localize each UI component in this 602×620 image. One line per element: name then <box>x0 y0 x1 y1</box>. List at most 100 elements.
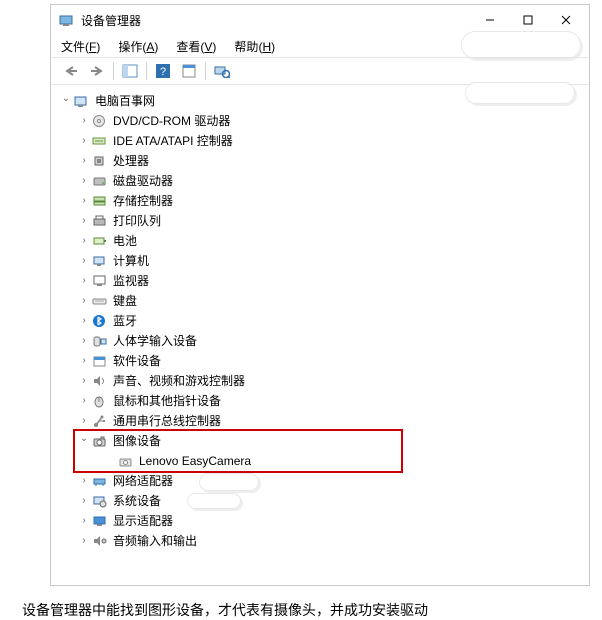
tree-category[interactable]: ⌄图像设备 <box>59 431 589 451</box>
expand-icon[interactable]: › <box>77 331 91 351</box>
tree-category[interactable]: › 声音、视频和游戏控制器 <box>59 371 589 391</box>
system-icon <box>91 493 109 509</box>
camera-icon <box>91 433 109 449</box>
expand-icon[interactable]: › <box>77 471 91 491</box>
collapse-icon[interactable]: ⌄ <box>59 89 73 109</box>
watermark-blob <box>199 473 259 491</box>
separator <box>113 62 114 80</box>
mouse-icon <box>91 393 109 409</box>
separator <box>205 62 206 80</box>
menu-help[interactable]: 帮助(H) <box>234 38 275 55</box>
tree-category[interactable]: › DVD/CD-ROM 驱动器 <box>59 111 589 131</box>
help-button[interactable]: ? <box>151 60 175 82</box>
tree-device[interactable]: Lenovo EasyCamera <box>59 451 589 471</box>
watermark-blob <box>187 493 241 509</box>
tree-item-label: 打印队列 <box>113 211 161 231</box>
expand-icon[interactable]: › <box>77 311 91 331</box>
tree-item-label: IDE ATA/ATAPI 控制器 <box>113 131 233 151</box>
tree-category[interactable]: ›蓝牙 <box>59 311 589 331</box>
expand-icon[interactable]: › <box>77 271 91 291</box>
tree-item-label: 处理器 <box>113 151 149 171</box>
expand-icon[interactable]: › <box>77 251 91 271</box>
expand-icon[interactable]: › <box>77 351 91 371</box>
tree-item-label: 磁盘驱动器 <box>113 171 173 191</box>
menu-action[interactable]: 操作(A) <box>118 38 158 55</box>
ide-icon <box>91 133 109 149</box>
root-icon <box>73 93 91 109</box>
bluetooth-icon <box>91 313 109 329</box>
device-tree[interactable]: ⌄电脑百事网›DVD/CD-ROM 驱动器›IDE ATA/ATAPI 控制器›… <box>51 85 589 585</box>
computer-icon <box>91 253 109 269</box>
tree-item-label: 软件设备 <box>113 351 161 371</box>
network-icon <box>91 473 109 489</box>
tree-category[interactable]: ›键盘 <box>59 291 589 311</box>
disc-icon <box>91 113 109 129</box>
forward-button[interactable] <box>85 60 109 82</box>
watermark-blob <box>461 31 581 59</box>
close-button[interactable] <box>547 6 585 34</box>
software-icon <box>91 353 109 369</box>
expand-icon[interactable]: › <box>77 491 91 511</box>
toolbar: ? <box>51 57 589 85</box>
device-manager-window: 设备管理器 文件(F) 操作(A) 查看(V) 帮助(H) ? ⌄电脑百事网›D… <box>50 4 590 586</box>
monitor-icon <box>91 273 109 289</box>
tree-category[interactable]: ›鼠标和其他指针设备 <box>59 391 589 411</box>
expand-icon[interactable]: › <box>77 151 91 171</box>
expand-icon[interactable]: › <box>77 371 91 391</box>
tree-category[interactable]: › 显示适配器 <box>59 511 589 531</box>
expand-icon[interactable]: › <box>77 171 91 191</box>
tree-item-label: 通用串行总线控制器 <box>113 411 221 431</box>
sound-icon <box>91 373 109 389</box>
console-tree-button[interactable] <box>118 60 142 82</box>
tree-category[interactable]: › 处理器 <box>59 151 589 171</box>
tree-category[interactable]: › 网络适配器 <box>59 471 589 491</box>
tree-category[interactable]: › 磁盘驱动器 <box>59 171 589 191</box>
disk-icon <box>91 173 109 189</box>
tree-category[interactable]: › 软件设备 <box>59 351 589 371</box>
tree-item-label: 监视器 <box>113 271 149 291</box>
collapse-icon[interactable]: ⌄ <box>77 429 91 449</box>
expand-icon[interactable]: › <box>77 391 91 411</box>
back-button[interactable] <box>59 60 83 82</box>
tree-category[interactable]: › 存储控制器 <box>59 191 589 211</box>
expand-icon[interactable]: › <box>77 231 91 251</box>
keyboard-icon <box>91 293 109 309</box>
tree-item-label: 存储控制器 <box>113 191 173 211</box>
expand-icon[interactable]: › <box>77 111 91 131</box>
expand-icon[interactable]: › <box>77 291 91 311</box>
tree-category[interactable]: › IDE ATA/ATAPI 控制器 <box>59 131 589 151</box>
tree-item-label: 音频输入和输出 <box>113 531 197 551</box>
tree-category[interactable]: ›计算机 <box>59 251 589 271</box>
tree-category[interactable]: › 系统设备 <box>59 491 589 511</box>
tree-category[interactable]: › 人体学输入设备 <box>59 331 589 351</box>
menu-view[interactable]: 查看(V) <box>176 38 216 55</box>
tree-item-label: 声音、视频和游戏控制器 <box>113 371 245 391</box>
scan-hardware-button[interactable] <box>210 60 234 82</box>
tree-category[interactable]: › 打印队列 <box>59 211 589 231</box>
properties-button[interactable] <box>177 60 201 82</box>
battery-icon <box>91 233 109 249</box>
tree-item-label: 系统设备 <box>113 491 161 511</box>
menu-file[interactable]: 文件(F) <box>61 38 100 55</box>
tree-item-label: 电池 <box>113 231 137 251</box>
expand-icon[interactable]: › <box>77 531 91 551</box>
expand-icon[interactable]: › <box>77 411 91 431</box>
app-icon <box>59 13 75 27</box>
minimize-button[interactable] <box>471 6 509 34</box>
tree-category[interactable]: › 通用串行总线控制器 <box>59 411 589 431</box>
tree-category[interactable]: › 监视器 <box>59 271 589 291</box>
expand-icon[interactable]: › <box>77 131 91 151</box>
expand-icon[interactable]: › <box>77 191 91 211</box>
tree-root[interactable]: ⌄电脑百事网 <box>59 91 589 111</box>
tree-category[interactable]: › 音频输入和输出 <box>59 531 589 551</box>
cpu-icon <box>91 153 109 169</box>
window-title: 设备管理器 <box>81 12 141 29</box>
expand-icon[interactable]: › <box>77 211 91 231</box>
tree-category[interactable]: › 电池 <box>59 231 589 251</box>
expand-icon[interactable]: › <box>77 511 91 531</box>
tree-item-label: 网络适配器 <box>113 471 173 491</box>
tree-item-label: 显示适配器 <box>113 511 173 531</box>
tree-item-label: DVD/CD-ROM 驱动器 <box>113 111 230 131</box>
maximize-button[interactable] <box>509 6 547 34</box>
tree-item-label: 人体学输入设备 <box>113 331 197 351</box>
